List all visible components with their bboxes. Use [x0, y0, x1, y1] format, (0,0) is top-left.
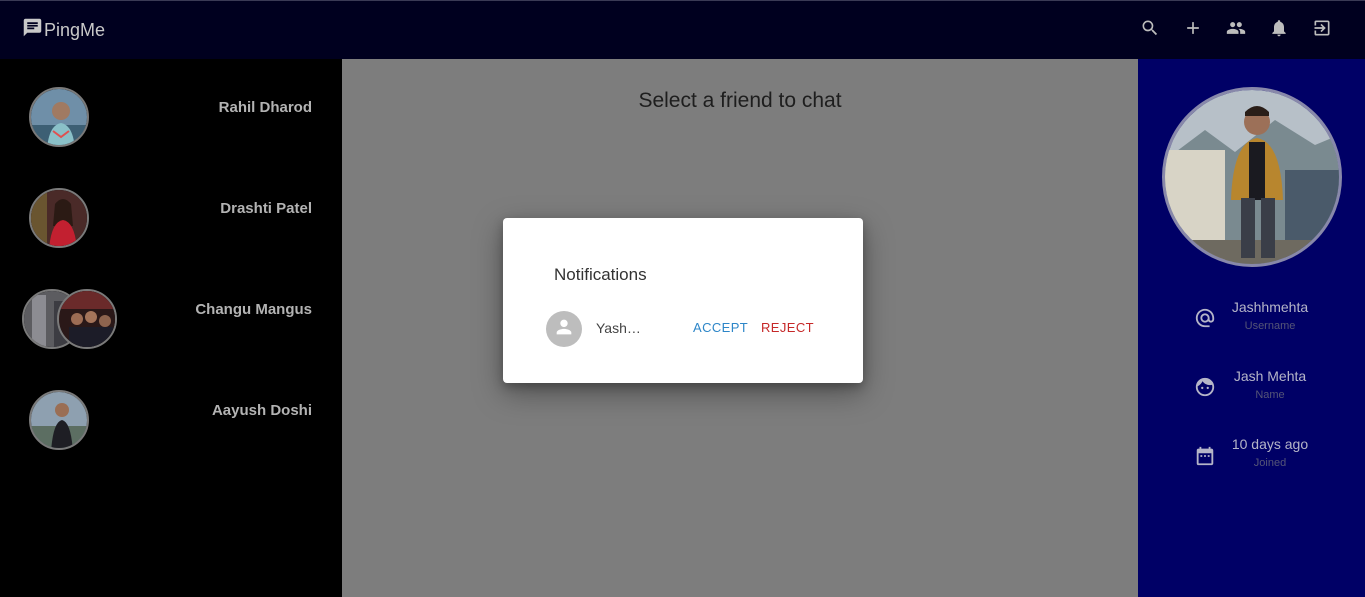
request-name: Yash… [596, 320, 641, 336]
modal-backdrop[interactable]: Notifications Yash… ACCEPT REJECT [0, 0, 1365, 597]
dialog-title: Notifications [554, 265, 647, 284]
reject-button[interactable]: REJECT [761, 320, 814, 335]
request-avatar [546, 311, 582, 347]
accept-button[interactable]: ACCEPT [693, 320, 748, 335]
person-icon [553, 316, 575, 343]
notifications-dialog: Notifications Yash… ACCEPT REJECT [503, 218, 863, 383]
